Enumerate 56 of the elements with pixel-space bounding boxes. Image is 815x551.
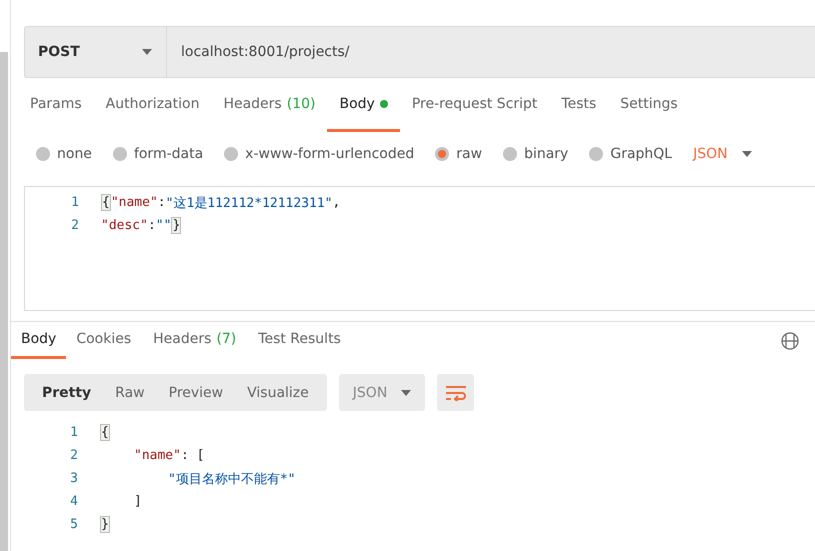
body-type-radio[interactable]: GraphQL bbox=[589, 146, 672, 162]
json-punctuation: : bbox=[148, 218, 156, 233]
scrollbar-thumb[interactable] bbox=[0, 52, 8, 551]
response-format-select[interactable]: JSON bbox=[338, 374, 426, 411]
json-punctuation: } bbox=[171, 217, 182, 234]
wrap-lines-button[interactable] bbox=[437, 374, 474, 411]
globe-icon[interactable] bbox=[781, 332, 799, 350]
caret-icon bbox=[401, 390, 412, 396]
request-tab[interactable]: Params bbox=[18, 78, 94, 132]
json-punctuation: ] bbox=[134, 494, 142, 509]
request-tab[interactable]: Settings bbox=[608, 78, 690, 132]
line-number: 1 bbox=[70, 195, 80, 210]
view-mode-tab[interactable]: Visualize bbox=[235, 374, 321, 411]
line-number: 4 bbox=[69, 494, 79, 509]
line-number: 3 bbox=[69, 471, 79, 486]
json-punctuation: { bbox=[100, 424, 110, 441]
json-string: "这1是112112*12112311" bbox=[166, 194, 333, 212]
body-type-radio[interactable]: none bbox=[36, 146, 92, 162]
wrap-lines-icon bbox=[444, 384, 467, 400]
response-tab[interactable]: Test Results bbox=[248, 322, 351, 359]
json-key: "name" bbox=[134, 448, 181, 463]
response-tab[interactable]: Headers (7) bbox=[141, 322, 248, 359]
json-punctuation: : bbox=[158, 195, 166, 210]
view-mode-tab[interactable]: Pretty bbox=[30, 374, 104, 411]
view-mode-tab[interactable]: Preview bbox=[156, 374, 236, 411]
response-tab[interactable]: Body bbox=[11, 322, 66, 359]
json-punctuation: { bbox=[101, 194, 111, 211]
request-tab[interactable]: Authorization bbox=[94, 78, 212, 132]
body-type-radio[interactable]: raw bbox=[435, 146, 482, 162]
json-punctuation: } bbox=[100, 516, 110, 533]
line-number: 2 bbox=[69, 448, 79, 463]
response-tab[interactable]: Cookies bbox=[66, 322, 142, 359]
body-type-radio[interactable]: x-www-form-urlencoded bbox=[224, 146, 414, 162]
format-select[interactable]: JSON bbox=[693, 146, 752, 162]
view-mode-tab[interactable]: Raw bbox=[103, 374, 157, 411]
json-key: "desc" bbox=[101, 218, 148, 233]
body-type-radio[interactable]: form-data bbox=[112, 146, 204, 162]
caret-icon bbox=[742, 151, 752, 157]
json-key: "name" bbox=[110, 195, 158, 210]
method-select[interactable]: POST bbox=[25, 27, 167, 77]
line-number: 2 bbox=[70, 218, 80, 233]
url-field[interactable]: localhost:8001/projects/ bbox=[167, 27, 350, 77]
line-number: 1 bbox=[69, 425, 79, 440]
line-number: 5 bbox=[69, 517, 79, 532]
json-string: "" bbox=[156, 218, 172, 233]
json-punctuation: , bbox=[332, 195, 340, 210]
json-punctuation: : [ bbox=[180, 448, 204, 463]
status-dot bbox=[380, 100, 388, 108]
request-tab[interactable]: Tests bbox=[549, 78, 608, 132]
request-tab[interactable]: Headers (10) bbox=[211, 78, 328, 132]
request-tab[interactable]: Body bbox=[327, 78, 400, 132]
request-tab[interactable]: Pre-request Script bbox=[400, 78, 550, 132]
body-type-radio[interactable]: binary bbox=[503, 146, 568, 162]
json-string: "项目名称中不能有*" bbox=[168, 470, 296, 488]
code-editor[interactable]: 1 {"name":"这1是112112*12112311", 2 "desc":""} bbox=[24, 186, 815, 311]
caret-icon bbox=[142, 49, 152, 55]
